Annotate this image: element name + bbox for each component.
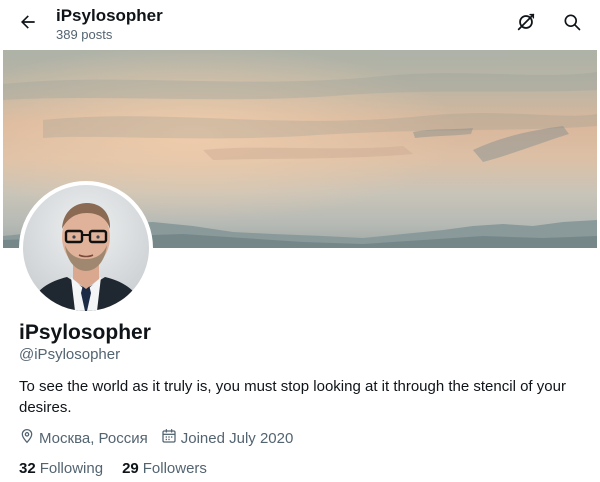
following-label: Following [39,459,104,477]
following-count: 32 [19,459,36,477]
profile-bio: To see the world as it truly is, you mus… [19,378,566,416]
followers-label: Followers [142,459,207,477]
profile-meta: Москва, Россия Joined July 2020 [19,429,306,447]
follow-stats: 32 Following 29 Followers [19,459,226,477]
user-handle: @iPsylosopher [19,346,121,363]
post-count: 389 posts [56,27,113,42]
search-button[interactable] [558,10,586,38]
location-item: Москва, Россия [19,428,148,448]
location-pin-icon [19,428,39,448]
joined-text: Joined July 2020 [180,429,294,447]
arrow-left-icon [18,12,38,37]
calendar-icon [161,428,181,448]
following-link[interactable]: 32 Following [19,460,103,477]
profile-page: iPsylosopher 389 posts iPsylosopher @iPs… [0,0,600,482]
top-bar: iPsylosopher 389 posts [0,0,600,50]
bird-crossed-icon [515,11,537,38]
followers-link[interactable]: 29 Followers [122,460,207,477]
avatar[interactable] [19,181,153,315]
location-text: Москва, Россия [39,429,148,447]
followers-count: 29 [122,459,139,477]
back-button[interactable] [14,10,42,38]
display-name: iPsylosopher [19,321,151,344]
grok-button[interactable] [512,10,540,38]
page-title: iPsylosopher [56,6,163,25]
search-icon [562,12,582,37]
joined-item: Joined July 2020 [161,428,294,448]
